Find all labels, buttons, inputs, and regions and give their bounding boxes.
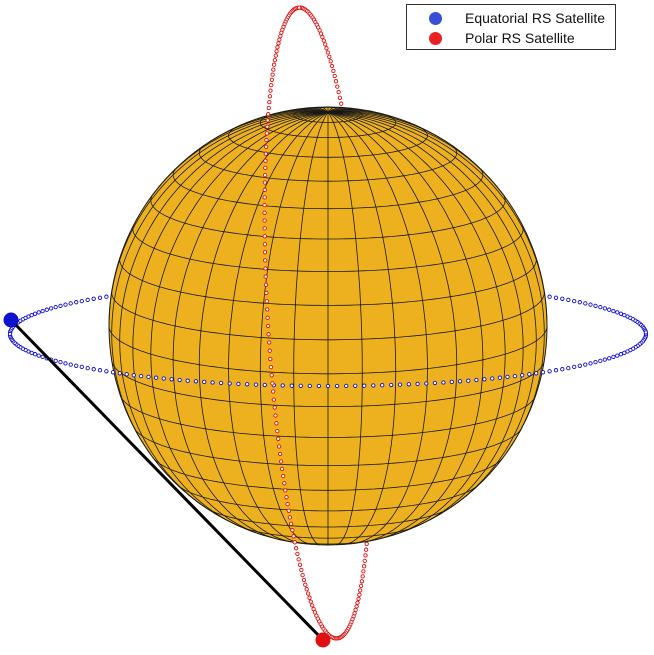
orbit-scene [3, 5, 649, 648]
equatorial-satellite[interactable] [3, 312, 19, 328]
earth-sphere [108, 106, 548, 546]
legend-item-equatorial[interactable]: Equatorial RS Satellite [407, 8, 615, 28]
polar-satellite[interactable] [315, 632, 331, 648]
legend-label-polar: Polar RS Satellite [465, 30, 575, 46]
legend: Equatorial RS Satellite Polar RS Satelli… [406, 4, 616, 50]
legend-item-polar[interactable]: Polar RS Satellite [407, 28, 615, 48]
legend-marker-polar [429, 32, 442, 45]
legend-marker-equatorial [429, 12, 442, 25]
legend-label-equatorial: Equatorial RS Satellite [465, 10, 606, 26]
